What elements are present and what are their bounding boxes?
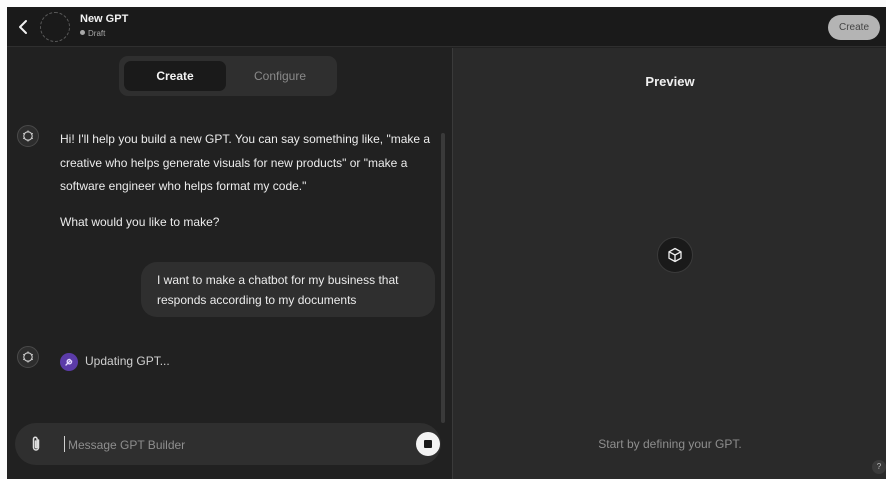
assistant-avatar-icon (17, 346, 39, 368)
wrench-icon (60, 353, 78, 371)
gpt-preview-avatar (657, 237, 693, 273)
message-input[interactable] (66, 432, 390, 458)
help-button[interactable]: ? (872, 460, 886, 474)
chat-scrollbar[interactable] (441, 133, 445, 423)
draft-status: Draft (80, 29, 105, 38)
gpt-title: New GPT (80, 13, 129, 25)
tab-create[interactable]: Create (124, 61, 226, 91)
updating-status-text: Updating GPT... (85, 354, 170, 368)
gpt-builder-window: New GPT Draft Create Create Configure Hi… (7, 7, 886, 479)
user-message-bubble: I want to make a chatbot for my business… (141, 262, 435, 317)
gpt-avatar-placeholder[interactable] (40, 12, 70, 42)
status-dot-icon (80, 30, 85, 35)
preview-hint-text: Start by defining your GPT. (598, 437, 742, 451)
mode-tabs: Create Configure (119, 56, 337, 96)
paperclip-icon[interactable] (29, 435, 43, 453)
openai-logo-icon (22, 130, 34, 142)
assistant-message: Hi! I'll help you build a new GPT. You c… (60, 128, 440, 234)
assistant-avatar-icon (17, 125, 39, 147)
tab-configure[interactable]: Configure (229, 61, 331, 91)
builder-panel: Create Configure Hi! I'll help you build… (7, 48, 452, 479)
text-caret (64, 436, 65, 452)
preview-panel: Preview Start by defining your GPT. ? (452, 48, 886, 479)
openai-logo-icon (22, 351, 34, 363)
top-bar: New GPT Draft Create (7, 7, 886, 47)
draft-label: Draft (88, 29, 106, 38)
assistant-question-text: What would you like to make? (60, 214, 220, 229)
stop-generating-button[interactable] (416, 432, 440, 456)
stop-icon (424, 440, 432, 448)
preview-title: Preview (645, 74, 695, 89)
chevron-left-icon[interactable] (15, 18, 31, 36)
message-composer (15, 423, 441, 465)
create-button[interactable]: Create (828, 15, 880, 40)
assistant-intro-text: Hi! I'll help you build a new GPT. You c… (60, 132, 431, 193)
cube-icon (668, 247, 682, 263)
